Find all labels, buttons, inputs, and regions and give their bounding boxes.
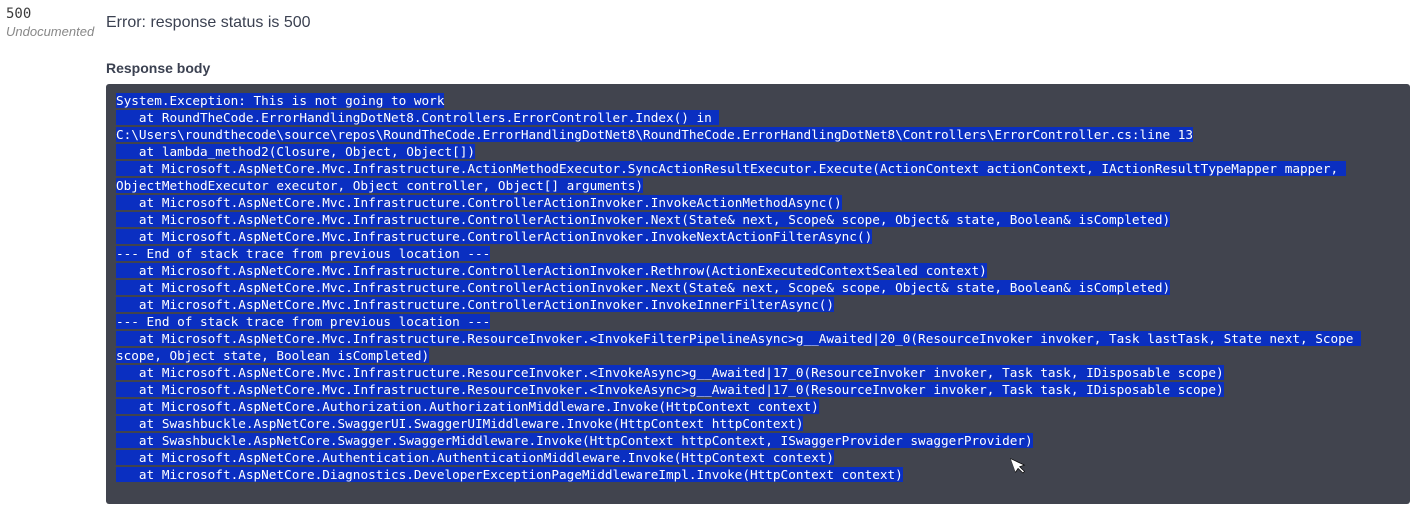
status-undocumented: Undocumented [6,24,106,39]
swagger-response-panel: 500 Undocumented Error: response status … [0,0,1424,504]
response-body-code[interactable]: System.Exception: This is not going to w… [106,84,1410,504]
response-body-label: Response body [106,60,1410,76]
status-code: 500 [6,6,106,22]
error-summary: Error: response status is 500 [106,14,1410,32]
response-detail: Error: response status is 500 Response b… [106,6,1424,504]
status-column: 500 Undocumented [6,6,106,504]
